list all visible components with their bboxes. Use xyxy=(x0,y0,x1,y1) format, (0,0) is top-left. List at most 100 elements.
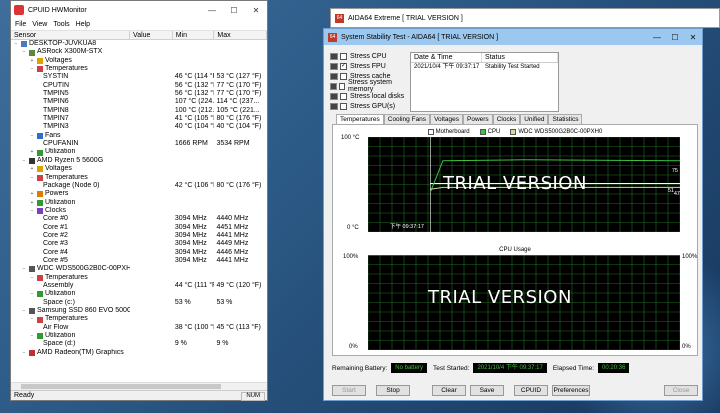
hwmonitor-titlebar[interactable]: CPUID HWMonitor — ☐ ✕ xyxy=(11,1,267,19)
expand-toggle-icon[interactable]: − xyxy=(29,132,35,140)
sensor-row[interactable]: + Powers xyxy=(11,190,267,198)
sensor-row[interactable]: Package (Node 0) 42 °C (106 °F)80 °C (176… xyxy=(11,182,267,190)
sensor-row[interactable]: Assembly 44 °C (111 °F) 49 °C (120 °F) xyxy=(11,282,267,290)
sensor-row[interactable]: Space (d:) 9 % 9 % xyxy=(11,340,267,348)
sensor-row[interactable]: − Samsung SSD 860 EVO 500GB xyxy=(11,307,267,315)
stress-option[interactable]: Stress local disks xyxy=(330,91,406,101)
sensor-row[interactable]: Space (c:) 53 % 53 % xyxy=(11,299,267,307)
sensor-row[interactable]: Air Flow 38 °C (100 °F)45 °C (113 °F) xyxy=(11,324,267,332)
legend-checkbox[interactable] xyxy=(427,129,434,135)
col-sensor[interactable]: Sensor xyxy=(11,31,131,39)
sensor-row[interactable]: − Temperatures xyxy=(11,315,267,323)
stress-option[interactable]: ✓ Stress FPU xyxy=(330,61,406,71)
sensor-row[interactable]: + Utilization xyxy=(11,148,267,156)
sensor-row[interactable]: − Utilization xyxy=(11,290,267,298)
expand-toggle-icon[interactable]: − xyxy=(29,207,35,215)
tab-unified[interactable]: Unified xyxy=(520,114,549,124)
save-button[interactable]: Save xyxy=(470,385,504,396)
stress-option[interactable]: Stress GPU(s) xyxy=(330,101,406,111)
sensor-row[interactable]: − Temperatures xyxy=(11,65,267,73)
sensor-row[interactable]: Core #2 3094 MHz 4441 MHz xyxy=(11,232,267,240)
expand-toggle-icon[interactable]: + xyxy=(29,57,35,65)
sensor-row[interactable]: Core #0 3094 MHz 4440 MHz xyxy=(11,215,267,223)
legend-cpu[interactable]: CPU xyxy=(479,129,500,135)
minimize-icon[interactable]: — xyxy=(201,6,223,15)
maximize-icon[interactable]: ☐ xyxy=(666,33,684,42)
sensor-row[interactable]: TMPIN5 56 °C (132 °F)77 °C (170 °F) xyxy=(11,90,267,98)
tab-cooling-fans[interactable]: Cooling Fans xyxy=(383,114,431,124)
menu-help[interactable]: Help xyxy=(76,21,90,28)
tab-statistics[interactable]: Statistics xyxy=(548,114,583,124)
expand-toggle-icon[interactable]: − xyxy=(21,307,27,315)
maximize-icon[interactable]: ☐ xyxy=(223,6,245,15)
expand-toggle-icon[interactable]: − xyxy=(21,48,27,56)
expand-toggle-icon[interactable]: − xyxy=(21,265,27,273)
minimize-icon[interactable]: — xyxy=(648,33,666,42)
sensor-row[interactable]: TMPIN8 100 °C (212... 105 °C (221... xyxy=(11,107,267,115)
sensor-row[interactable]: − Clocks xyxy=(11,207,267,215)
sensor-row[interactable]: SYSTIN 46 °C (114 °F)53 °C (127 °F) xyxy=(11,73,267,81)
stress-checkbox[interactable] xyxy=(340,92,347,100)
sensor-row[interactable]: TMPIN6 107 °C (224... 114 °C (237... xyxy=(11,98,267,106)
close-icon[interactable]: ✕ xyxy=(684,33,702,42)
expand-toggle-icon[interactable]: − xyxy=(21,157,27,165)
expand-toggle-icon[interactable]: − xyxy=(21,349,27,357)
expand-toggle-icon[interactable]: + xyxy=(29,148,35,156)
stop-button[interactable]: Stop xyxy=(376,385,410,396)
log-header-datetime[interactable]: Date & Time xyxy=(411,53,483,62)
sensor-row[interactable]: − WDC WDS500G2B0C-00PXH0 xyxy=(11,265,267,273)
stress-checkbox[interactable] xyxy=(340,52,347,60)
sensor-row[interactable]: − Fans xyxy=(11,132,267,140)
sensor-row[interactable]: Core #4 3094 MHz 4446 MHz xyxy=(11,249,267,257)
legend-checkbox[interactable] xyxy=(479,129,486,135)
expand-toggle-icon[interactable]: − xyxy=(29,315,35,323)
expand-toggle-icon[interactable]: − xyxy=(29,332,35,340)
sensor-row[interactable]: Core #5 3094 MHz 4441 MHz xyxy=(11,257,267,265)
log-row[interactable]: 2021/10/4 下午 09:37:17 Stability Test Sta… xyxy=(411,63,558,72)
sensor-row[interactable]: − Utilization xyxy=(11,332,267,340)
sensor-tree[interactable]: − DESKTOP-JUVKUA8− ASRock X300M-STX + Voltag… xyxy=(11,40,267,380)
col-max[interactable]: Max xyxy=(214,31,267,39)
expand-toggle-icon[interactable]: − xyxy=(29,290,35,298)
tab-powers[interactable]: Powers xyxy=(463,114,493,124)
menu-file[interactable]: File xyxy=(15,21,26,28)
sensor-row[interactable]: Core #1 3094 MHz 4451 MHz xyxy=(11,224,267,232)
stress-checkbox[interactable] xyxy=(340,72,347,80)
clear-button[interactable]: Clear xyxy=(432,385,466,396)
sensor-row[interactable]: + Voltages xyxy=(11,165,267,173)
stress-checkbox[interactable]: ✓ xyxy=(340,62,347,70)
log-header-status[interactable]: Status xyxy=(482,53,558,62)
sensor-row[interactable]: − Temperatures xyxy=(11,174,267,182)
close-button[interactable]: Close xyxy=(664,385,698,396)
horizontal-scrollbar[interactable] xyxy=(11,382,267,390)
sensor-row[interactable]: − DESKTOP-JUVKUA8 xyxy=(11,40,267,48)
menu-view[interactable]: View xyxy=(32,21,47,28)
tab-voltages[interactable]: Voltages xyxy=(430,114,463,124)
sensor-row[interactable]: − AMD Ryzen 5 5600G xyxy=(11,157,267,165)
sensor-row[interactable]: CPUFANIN 1666 RPM 3534 RPM xyxy=(11,140,267,148)
legend-motherboard[interactable]: Motherboard xyxy=(427,129,470,135)
stress-option[interactable]: Stress CPU xyxy=(330,51,406,61)
close-icon[interactable]: ✕ xyxy=(245,6,267,15)
stability-titlebar[interactable]: 64 System Stability Test - AIDA64 [ TRIA… xyxy=(324,29,702,45)
stress-checkbox[interactable] xyxy=(338,82,345,90)
expand-toggle-icon[interactable]: + xyxy=(29,199,35,207)
sensor-row[interactable]: TMPIN7 41 °C (105 °F)80 °C (176 °F) xyxy=(11,115,267,123)
sensor-row[interactable]: + Utilization xyxy=(11,199,267,207)
sensor-row[interactable]: + Voltages xyxy=(11,57,267,65)
stress-checkbox[interactable] xyxy=(340,102,347,110)
expand-toggle-icon[interactable]: − xyxy=(13,40,19,48)
legend-disk[interactable]: WDC WDS500G2B0C-00PXH0 xyxy=(510,129,602,135)
menu-tools[interactable]: Tools xyxy=(53,21,69,28)
sensor-row[interactable]: CPUTIN 56 °C (132 °F)77 °C (170 °F) xyxy=(11,82,267,90)
col-value[interactable]: Value xyxy=(130,31,173,39)
expand-toggle-icon[interactable]: + xyxy=(29,190,35,198)
preferences-button[interactable]: Preferences xyxy=(552,385,590,396)
tab-clocks[interactable]: Clocks xyxy=(492,114,521,124)
sensor-row[interactable]: − Temperatures xyxy=(11,274,267,282)
expand-toggle-icon[interactable]: − xyxy=(29,174,35,182)
legend-checkbox[interactable] xyxy=(510,129,517,135)
sensor-row[interactable]: Core #3 3094 MHz 4449 MHz xyxy=(11,240,267,248)
expand-toggle-icon[interactable]: − xyxy=(29,274,35,282)
aida64-main-window[interactable]: 64 AIDA64 Extreme [ TRIAL VERSION ] xyxy=(330,8,720,28)
